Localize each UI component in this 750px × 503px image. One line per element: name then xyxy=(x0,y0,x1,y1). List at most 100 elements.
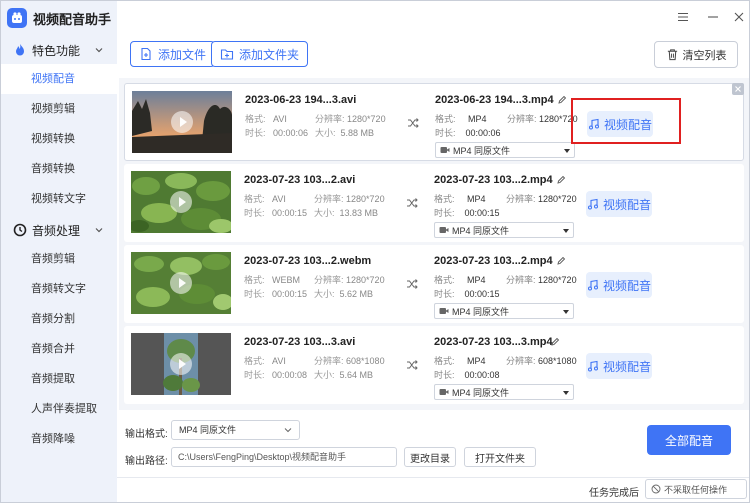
source-format: 格式: AVI xyxy=(244,194,286,204)
output-duration: 时长: 00:00:15 xyxy=(434,289,500,299)
caret-down-icon xyxy=(563,229,569,233)
output-format-label: 输出格式: xyxy=(125,429,168,440)
flame-icon xyxy=(13,43,27,57)
sidebar-item-video-to-text[interactable]: 视频转文字 xyxy=(1,184,117,214)
shuffle-icon xyxy=(407,198,418,208)
source-resolution: 分辨率: 1280*720 xyxy=(314,275,385,285)
video-icon xyxy=(439,308,449,314)
sidebar-item-video-convert[interactable]: 视频转换 xyxy=(1,124,117,154)
app-logo-icon xyxy=(7,8,27,28)
sidebar-group-featured[interactable]: 特色功能 xyxy=(1,37,117,63)
output-format: 格式: MP4 xyxy=(435,114,487,124)
chevron-down-icon xyxy=(284,428,292,433)
dub-video-button[interactable]: 视频配音 xyxy=(586,272,652,298)
caret-down-icon xyxy=(563,310,569,314)
source-file-name: 2023-07-23 103...2.avi xyxy=(244,174,356,186)
video-icon xyxy=(439,389,449,395)
output-file-name: 2023-07-23 103...3.mp4 xyxy=(434,336,553,348)
file-row[interactable]: 2023-07-23 103...2.webm 格式: WEBM 分辨率: 12… xyxy=(124,245,744,323)
dub-video-button[interactable]: 视频配音 xyxy=(586,353,652,379)
play-icon[interactable] xyxy=(170,191,192,213)
output-file-name: 2023-06-23 194...3.mp4 xyxy=(435,94,554,106)
output-format: 格式: MP4 xyxy=(434,275,486,285)
clear-list-button[interactable]: 清空列表 xyxy=(654,41,738,68)
add-file-button[interactable]: 添加文件 xyxy=(130,41,216,67)
pencil-icon[interactable] xyxy=(556,175,566,185)
video-icon xyxy=(440,147,450,153)
output-format: 格式: MP4 xyxy=(434,194,486,204)
video-thumbnail[interactable] xyxy=(131,333,231,395)
output-resolution: 分辨率: 608*1080 xyxy=(506,356,577,366)
play-icon[interactable] xyxy=(171,111,193,133)
minimize-icon[interactable] xyxy=(706,10,720,24)
caret-down-icon xyxy=(563,391,569,395)
source-resolution: 分辨率: 608*1080 xyxy=(314,356,385,366)
global-output-format-select[interactable]: MP4 同原文件 xyxy=(171,420,300,440)
chevron-down-icon xyxy=(95,228,103,233)
after-task-select[interactable]: 不采取任何操作 xyxy=(645,479,747,499)
pencil-icon[interactable] xyxy=(550,337,560,347)
sidebar-item-audio-extract[interactable]: 音频提取 xyxy=(1,364,117,394)
sidebar-item-noise-reduction[interactable]: 音频降噪 xyxy=(1,424,117,454)
close-icon[interactable] xyxy=(732,10,746,24)
output-duration: 时长: 00:00:06 xyxy=(435,128,501,138)
output-format-select[interactable]: MP4 同原文件 xyxy=(435,142,575,158)
sidebar-item-vocal-separation[interactable]: 人声伴奏提取 xyxy=(1,394,117,424)
source-file-name: 2023-07-23 103...2.webm xyxy=(244,255,372,267)
sidebar-group-label: 特色功能 xyxy=(32,43,81,58)
sidebar-item-audio-merge[interactable]: 音频合并 xyxy=(1,334,117,364)
source-duration: 时长: 00:00:15 xyxy=(244,289,308,299)
close-icon xyxy=(735,86,741,92)
source-resolution: 分辨率: 1280*720 xyxy=(315,114,386,124)
sidebar-item-audio-to-text[interactable]: 音频转文字 xyxy=(1,274,117,304)
play-icon[interactable] xyxy=(170,272,192,294)
video-thumbnail[interactable] xyxy=(132,91,232,153)
sidebar-item-audio-split[interactable]: 音频分割 xyxy=(1,304,117,334)
sidebar-item-audio-convert[interactable]: 音频转换 xyxy=(1,154,117,184)
app-title: 视频配音助手 xyxy=(33,11,112,27)
source-format: 格式: AVI xyxy=(245,114,287,124)
source-resolution: 分辨率: 1280*720 xyxy=(314,194,385,204)
open-folder-button[interactable]: 打开文件夹 xyxy=(464,447,536,467)
output-path-label: 输出路径: xyxy=(125,456,168,467)
sidebar-group-audio[interactable]: 音频处理 xyxy=(1,217,117,243)
play-icon[interactable] xyxy=(170,353,192,375)
sidebar-item-audio-edit[interactable]: 音频剪辑 xyxy=(1,244,117,274)
output-format-select[interactable]: MP4 同原文件 xyxy=(434,303,574,319)
output-resolution: 分辨率: 1280*720 xyxy=(506,194,577,204)
output-path-field[interactable]: C:\Users\FengPing\Desktop\视频配音助手 xyxy=(171,447,397,467)
add-folder-icon xyxy=(220,49,234,60)
add-folder-label: 添加文件夹 xyxy=(239,47,300,62)
video-thumbnail[interactable] xyxy=(131,252,231,314)
music-note-icon xyxy=(587,279,598,291)
menu-icon[interactable] xyxy=(676,10,690,24)
output-duration: 时长: 00:00:08 xyxy=(434,370,500,380)
remove-file-button[interactable] xyxy=(732,83,744,95)
output-duration: 时长: 00:00:15 xyxy=(434,208,500,218)
sidebar-group-label: 音频处理 xyxy=(32,223,81,238)
video-thumbnail[interactable] xyxy=(131,171,231,233)
sidebar-item-video-dubbing[interactable]: 视频配音 xyxy=(1,64,117,94)
source-size: 大小: 5.62 MB xyxy=(314,289,374,299)
sidebar: 视频配音助手 特色功能 视频配音 视频剪辑 视频转换 音频转换 视频转文字 音频… xyxy=(1,1,117,502)
add-file-icon xyxy=(141,47,151,61)
pencil-icon[interactable] xyxy=(556,256,566,266)
dub-all-button[interactable]: 全部配音 xyxy=(647,425,731,455)
add-file-label: 添加文件 xyxy=(158,47,207,62)
output-format-select[interactable]: MP4 同原文件 xyxy=(434,222,574,238)
file-row[interactable]: 2023-07-23 103...2.avi 格式: AVI 分辨率: 1280… xyxy=(124,164,744,242)
source-file-name: 2023-07-23 103...3.avi xyxy=(244,336,356,348)
output-file-name: 2023-07-23 103...2.mp4 xyxy=(434,255,553,267)
dub-video-button[interactable]: 视频配音 xyxy=(586,191,652,217)
clear-list-label: 清空列表 xyxy=(682,49,727,62)
sidebar-item-video-edit[interactable]: 视频剪辑 xyxy=(1,94,117,124)
output-format-select[interactable]: MP4 同原文件 xyxy=(434,384,574,400)
music-note-icon xyxy=(587,198,598,210)
pencil-icon[interactable] xyxy=(557,95,567,105)
source-format: 格式: WEBM xyxy=(244,275,301,285)
add-folder-button[interactable]: 添加文件夹 xyxy=(211,41,309,67)
file-row[interactable]: 2023-07-23 103...3.avi 格式: AVI 分辨率: 608*… xyxy=(124,326,744,404)
change-directory-button[interactable]: 更改目录 xyxy=(404,447,456,467)
highlight-box xyxy=(571,98,681,144)
app-window: 视频配音助手 特色功能 视频配音 视频剪辑 视频转换 音频转换 视频转文字 音频… xyxy=(0,0,750,503)
